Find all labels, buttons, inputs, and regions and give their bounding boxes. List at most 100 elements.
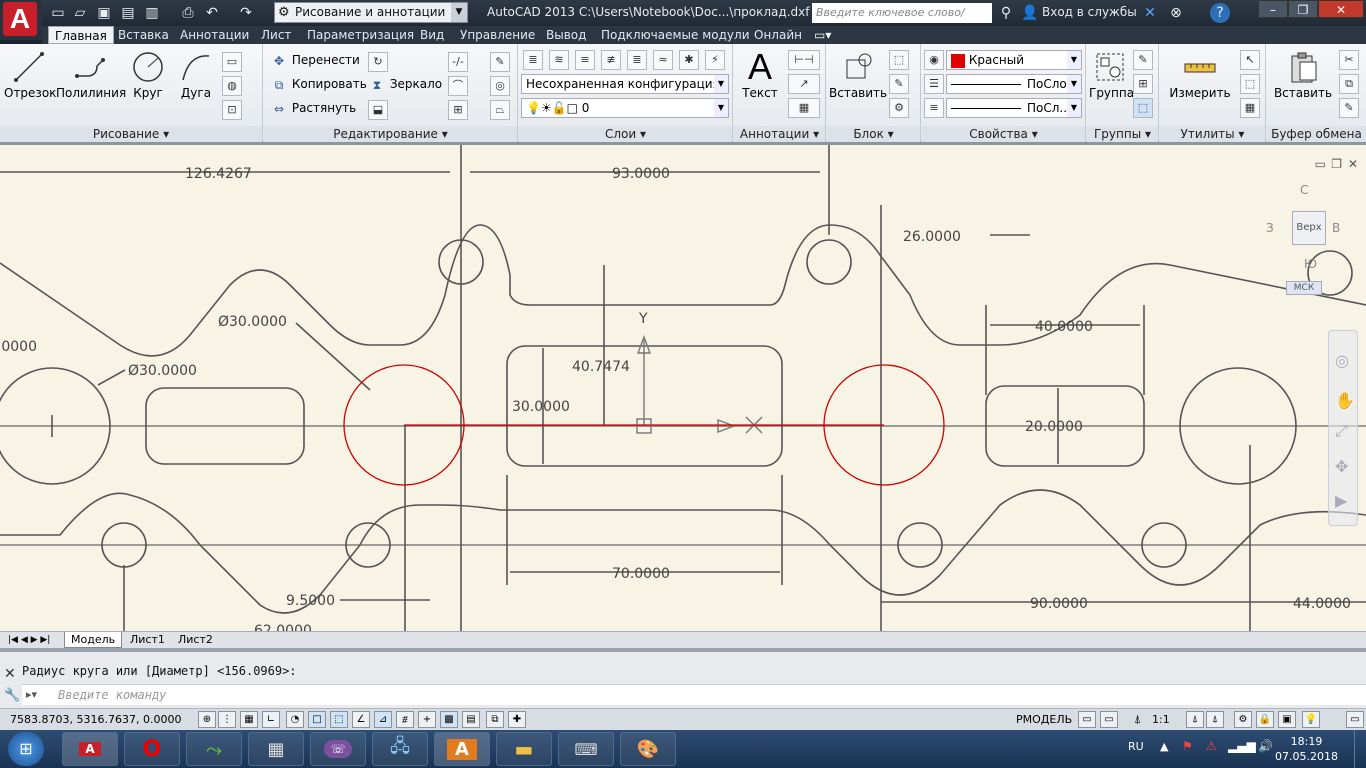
clean-screen-icon[interactable]: ▭ [1346,711,1364,728]
ducs-icon[interactable]: ⊿ [374,711,392,728]
drawing-canvas[interactable]: 126.4267 93.0000 26.0000 Ø30.0000 Ø30.00… [0,145,1366,631]
tpy-icon[interactable]: ▩ [440,711,458,728]
taskbar-paint-icon[interactable]: 🎨 [620,732,676,766]
tab-manage[interactable]: Управление [454,26,541,44]
tab-layout2[interactable]: Лист2 [172,632,219,648]
lineweight-dropdown[interactable]: ПоСл... ▼ [946,98,1082,118]
panel-modify-title[interactable]: Редактирование ▾ [264,126,517,142]
cut-icon[interactable]: ✂ [1339,50,1359,70]
layer-off-icon[interactable]: ≋ [549,50,569,70]
viewcube-north[interactable]: С [1300,183,1308,197]
taskbar-keyboard-icon[interactable]: ⌨ [558,732,614,766]
tab-home[interactable]: Главная [48,26,114,44]
layer-unisolate-icon[interactable]: ✱ [679,50,699,70]
ungroup-icon[interactable]: ✎ [1133,50,1153,70]
dyn-icon[interactable]: ⧥ [396,711,414,728]
annotation-visibility-icon[interactable]: ⍋ [1186,711,1204,728]
panel-utilities-title[interactable]: Утилиты ▾ [1160,126,1265,142]
hatch-icon[interactable]: ◍ [222,76,242,96]
panel-groups-title[interactable]: Группы ▾ [1087,126,1158,142]
isolate-objects-icon[interactable]: 💡 [1302,711,1320,728]
taskbar-app-green-icon[interactable]: ⤳ [186,732,242,766]
match-properties-icon[interactable]: ◉ [924,50,944,70]
tab-layout[interactable]: Лист [255,26,297,44]
redo-icon[interactable]: ↷ [236,3,256,23]
taskbar-autocad-icon[interactable]: A [62,732,118,766]
layer-freeze-icon[interactable]: ≢ [601,50,621,70]
arc-button[interactable]: Дуга [174,50,218,100]
layer-isolate-icon[interactable]: ≡ [575,50,595,70]
tab-layout1[interactable]: Лист1 [124,632,171,648]
network-icon[interactable]: ▂▄▆ [1228,739,1256,753]
close-icon[interactable]: ✕ [4,666,16,682]
explode-icon[interactable]: ◎ [490,76,510,96]
lwt-icon[interactable]: + [418,711,436,728]
action-center-icon[interactable]: ⚑ [1182,739,1193,753]
viewcube[interactable]: С З В Ю Верх МСК [1260,183,1360,303]
customize-icon[interactable]: 🔧 [4,688,20,703]
viewcube-top-face[interactable]: Верх [1292,211,1326,245]
tab-online[interactable]: Онлайн [748,26,808,44]
quick-select-icon[interactable]: ↖ [1240,50,1260,70]
print-icon[interactable]: ⎙ [178,3,198,23]
viewport-minimize-icon[interactable]: ▭ [1315,157,1326,171]
user-icon[interactable]: 👤 [1020,3,1040,23]
annotation-scale[interactable]: 1:1 [1152,713,1170,726]
wcs-dropdown[interactable]: МСК [1286,281,1322,295]
measure-button[interactable]: Измерить [1164,50,1236,100]
showmotion-icon[interactable]: ▶ [1335,491,1347,510]
auto-scale-icon[interactable]: ⍋ [1206,711,1224,728]
panel-block-title[interactable]: Блок ▾ [827,126,920,142]
table-icon[interactable]: ▦ [788,98,820,118]
annotation-scale-icon[interactable]: ⍋ [1134,712,1141,727]
hardware-acceleration-icon[interactable]: ▣ [1278,711,1296,728]
panel-layers-title[interactable]: Слои ▾ [519,126,732,142]
search-input[interactable]: Введите ключевое слово/фразу [812,3,992,39]
taskbar-opera-icon[interactable]: O [124,732,180,766]
trim-icon[interactable]: -/- [448,52,468,72]
layer-walk-icon[interactable]: ⚡ [705,50,725,70]
close-button[interactable]: ✕ [1318,0,1364,18]
attributes-icon[interactable]: ⚙ [889,98,909,118]
otrack-icon[interactable]: ∠ [352,711,370,728]
polyline-button[interactable]: Полилиния [56,50,126,100]
color-dropdown[interactable]: Красный ▼ [946,50,1082,70]
quick-view-drawings-icon[interactable]: ▭ [1100,711,1118,728]
move-button[interactable]: ✥ Перенести [270,50,360,70]
match-icon[interactable]: ✎ [1339,98,1359,118]
tab-output[interactable]: Вывод [540,26,592,44]
clock[interactable]: 18:19 07.05.2018 [1275,734,1338,764]
polar-icon[interactable]: ◔ [286,711,304,728]
workspace-switching-icon[interactable]: ⚙ [1234,711,1252,728]
tray-expand-icon[interactable]: ▲ [1160,740,1168,753]
group-button[interactable]: Группа [1089,50,1134,100]
layer-lock-icon[interactable]: ≣ [627,50,647,70]
dimension-icon[interactable]: ⊢⊣ [788,50,820,70]
ortho-icon[interactable]: ∟ [262,711,280,728]
tab-insert[interactable]: Вставка [112,26,175,44]
ribbon-toggle-icon[interactable]: ▭▾ [808,26,837,44]
panel-draw-title[interactable]: Рисование ▾ [0,126,262,142]
show-desktop-button[interactable] [1354,730,1366,768]
panel-annotation-title[interactable]: Аннотации ▾ [734,126,825,142]
viewport-close-icon[interactable]: ✕ [1348,157,1358,171]
steering-wheel-icon[interactable]: ◎ [1335,351,1349,370]
taskbar-network-icon[interactable]: 🖧 [372,732,428,766]
group-select-icon[interactable]: ⬚ [1133,98,1153,118]
tab-parametric[interactable]: Параметризация [301,26,420,44]
tab-addins[interactable]: Подключаемые модули [595,26,756,44]
lock-icon[interactable]: 🔒 [1256,711,1274,728]
tab-model[interactable]: Модель [64,632,123,648]
group-edit-icon[interactable]: ⊞ [1133,74,1153,94]
language-indicator[interactable]: RU [1128,740,1144,753]
security-icon[interactable]: ⚠ [1206,739,1217,753]
array-icon[interactable]: ⊞ [448,100,468,120]
viewcube-west[interactable]: З [1266,221,1274,235]
infer-constraints-icon[interactable]: ⊕ [198,711,216,728]
support-icon[interactable]: ⊗ [1166,3,1186,23]
insert-block-button[interactable]: Вставить [829,50,887,100]
text-button[interactable]: A Текст [740,46,780,100]
edit-block-icon[interactable]: ✎ [889,74,909,94]
plot-preview-icon[interactable]: ▥ [142,3,162,23]
undo-icon[interactable]: ↶ [202,3,222,23]
